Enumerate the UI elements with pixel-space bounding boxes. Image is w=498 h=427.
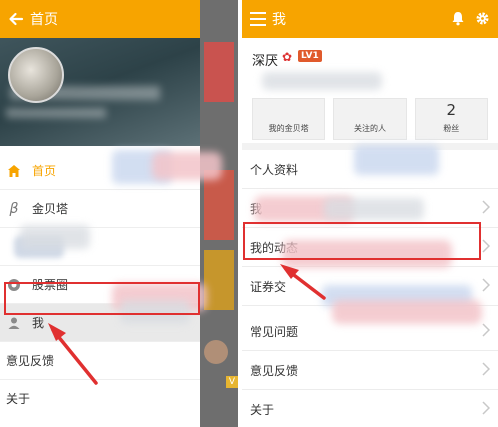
left-screen: V 首页 β 金贝塔 股票圈 我 意见反馈 关于 首页 xyxy=(0,0,238,427)
right-screen: 我 深厌 ✿ LV1 我的金贝塔 关注的人 2 粉丝 个人资料 我的动态 证券交… xyxy=(242,0,498,427)
annotation-arrow xyxy=(280,264,326,300)
annotation-arrow xyxy=(48,323,98,385)
